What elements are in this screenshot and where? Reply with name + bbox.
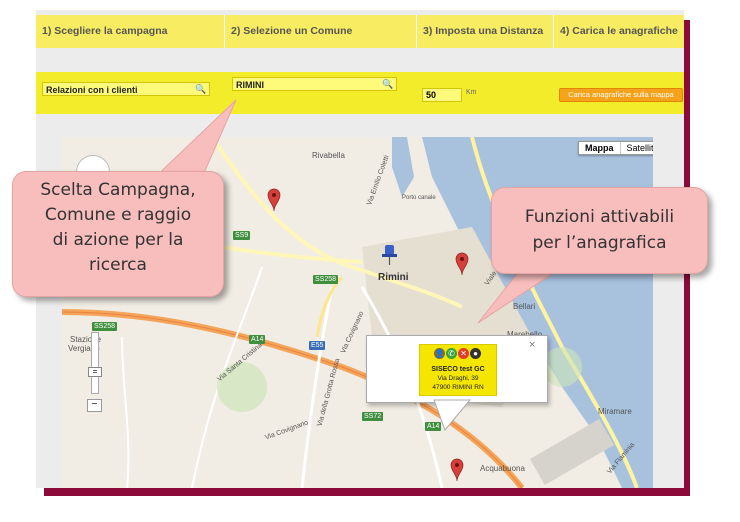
label-rivabella: Rivabella: [312, 151, 345, 160]
comune-select[interactable]: RIMINI 🔍: [232, 77, 397, 91]
sign-e55: E55: [309, 341, 326, 350]
comune-value: RIMINI: [236, 80, 264, 90]
sign-a14-b: A14: [425, 422, 442, 431]
label-bellariva: Bellari: [513, 302, 536, 311]
step-distance: 3) Imposta una Distanza: [417, 15, 554, 48]
campaign-select[interactable]: Relazioni con i clienti 🔍: [42, 82, 210, 96]
map-pin-west[interactable]: [267, 188, 281, 212]
callout-left-line-4: ricerca: [89, 255, 147, 275]
anagrafica-card: 👤 ✆ ✕ ● SISECO test GC Via Draghi, 39 47…: [419, 344, 497, 396]
step-campaign: 1) Scegliere la campagna: [36, 15, 225, 48]
info-close-icon[interactable]: ×: [529, 339, 535, 351]
step-comune: 2) Selezione un Comune: [225, 15, 417, 48]
anagrafica-actions: 👤 ✆ ✕ ●: [434, 348, 481, 359]
zoom-slider-knob[interactable]: =: [88, 367, 102, 377]
anagrafica-name: SISECO test GC: [431, 366, 485, 373]
location-pin-icon[interactable]: ●: [470, 348, 481, 359]
sign-ss72: SS72: [362, 412, 384, 421]
label-rimini: Rimini: [378, 272, 409, 283]
map-type-satellite-button[interactable]: Satellite: [621, 142, 653, 154]
callout-left-line-2: Comune e raggio: [44, 205, 192, 225]
steps-bar: 1) Scegliere la campagna 2) Selezione un…: [36, 15, 684, 48]
campaign-search-icon[interactable]: 🔍: [194, 83, 208, 95]
sign-a14: A14: [249, 335, 266, 344]
phone-icon[interactable]: ✆: [446, 348, 457, 359]
sign-ss258-b: SS258: [92, 322, 118, 331]
map-type-control: Mappa Satellite: [578, 141, 653, 155]
zoom-out-button[interactable]: −: [87, 399, 102, 412]
person-icon[interactable]: 👤: [434, 348, 445, 359]
map-pin-south[interactable]: [450, 458, 464, 482]
step-load: 4) Carica le anagrafiche: [560, 25, 678, 37]
sign-ss258: SS258: [313, 275, 339, 284]
zoom-slider-track[interactable]: [91, 332, 99, 394]
callout-functions: Funzioni attivabili per l’anagrafica: [491, 187, 708, 274]
map-info-window: × 👤 ✆ ✕ ● SISECO test GC Via Draghi, 39 …: [366, 335, 548, 403]
label-miramare: Miramare: [598, 407, 632, 416]
map-type-mappa-button[interactable]: Mappa: [579, 142, 621, 154]
anagrafica-address-2: 47900 RIMINI RN: [432, 384, 484, 391]
callout-right-line-1: Funzioni attivabili: [524, 207, 675, 227]
callout-campaign-selection: Scelta Campagna, Comune e raggio di azio…: [12, 171, 224, 297]
label-porto: Porto canale: [402, 195, 436, 201]
callout-right-line-2: per l’anagrafica: [532, 233, 667, 253]
label-acquabuona: Acquabuona: [480, 464, 525, 473]
anagrafica-address-1: Via Draghi, 39: [437, 375, 479, 382]
delete-icon[interactable]: ✕: [458, 348, 469, 359]
distance-unit: Km: [466, 89, 477, 96]
controls-bar: Relazioni con i clienti 🔍 RIMINI 🔍 50 Km…: [36, 72, 684, 114]
callout-left-line-1: Scelta Campagna,: [40, 180, 196, 200]
campaign-value: Relazioni con i clienti: [46, 85, 138, 95]
load-anagrafiche-button[interactable]: Carica anagrafiche sulla mappa: [559, 88, 683, 102]
distance-input[interactable]: 50: [422, 88, 462, 102]
callout-left-line-3: di azione per la: [52, 230, 184, 250]
comune-search-icon[interactable]: 🔍: [381, 78, 395, 90]
sign-ss9: SS9: [233, 231, 251, 240]
